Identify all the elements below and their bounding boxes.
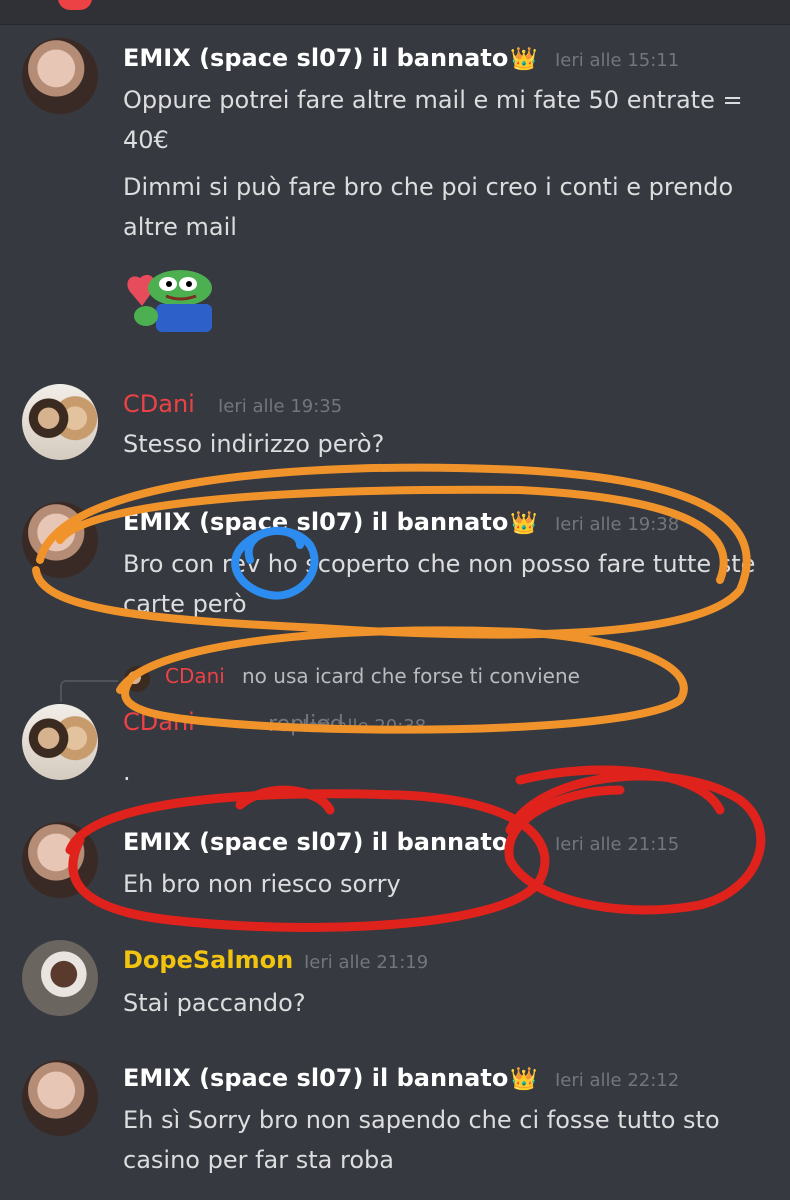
message-text: Oppure potrei fare altre mail e mi fate … — [123, 86, 743, 154]
timestamp: Ieri alle 15:11 — [555, 50, 680, 71]
avatar-emix[interactable] — [22, 1060, 98, 1136]
message-text: Eh bro non riesco sorry — [123, 870, 401, 898]
notification-dot — [58, 0, 92, 10]
author-emix[interactable]: EMIX (space sl07) il bannato👑 — [123, 1064, 538, 1092]
crown-icon: 👑 — [510, 511, 538, 536]
avatar-emix[interactable] — [22, 822, 98, 898]
red-circle-annotation — [65, 785, 550, 932]
author-emix[interactable]: EMIX (space sl07) il bannato👑 — [123, 44, 538, 72]
reply-connector — [60, 680, 118, 702]
reply-preview[interactable]: no usa icard che forse ti conviene — [242, 664, 580, 688]
avatar-dopesalmon[interactable] — [22, 940, 98, 1016]
crown-icon: 👑 — [510, 47, 538, 72]
message-text: Stesso indirizzo però? — [123, 430, 385, 458]
timestamp: Ieri alle 21:15 — [555, 834, 680, 855]
avatar-cdani[interactable] — [22, 384, 98, 460]
message-text: Eh sì Sorry bro non sapendo che ci fosse… — [123, 1106, 720, 1174]
message-text: . — [123, 758, 131, 786]
message-text: Dimmi si può fare bro che poi creo i con… — [123, 173, 734, 241]
timestamp: Ieri alle 22:12 — [555, 1070, 680, 1091]
timestamp: Ieri alle 19:38 — [555, 514, 680, 535]
author-cdani[interactable]: CDani — [123, 708, 195, 736]
author-cdani[interactable]: CDani — [123, 390, 195, 418]
avatar-emix[interactable] — [22, 38, 98, 114]
avatar-cdani[interactable] — [22, 704, 98, 780]
message-text: Stai paccando? — [123, 989, 306, 1017]
timestamp: Ieri alle 19:35 — [218, 396, 343, 417]
author-emix[interactable]: EMIX (space sl07) il bannato👑 — [123, 508, 538, 536]
pepe-heart-sticker-icon[interactable] — [122, 266, 216, 334]
reply-avatar — [124, 666, 150, 692]
author-dopesalmon[interactable]: DopeSalmon — [123, 946, 293, 974]
author-emix[interactable]: EMIX (space sl07) il bannato — [123, 828, 508, 856]
top-bar — [0, 0, 790, 25]
reply-author[interactable]: CDani — [165, 664, 225, 688]
crown-icon: 👑 — [510, 1067, 538, 1092]
avatar-emix[interactable] — [22, 502, 98, 578]
timestamp: Ieri alle 21:19 — [304, 952, 429, 973]
message-text: Bro con rev ho scoperto che non posso fa… — [123, 550, 756, 618]
timestamp: Ieri alle 20:38 — [302, 716, 427, 737]
